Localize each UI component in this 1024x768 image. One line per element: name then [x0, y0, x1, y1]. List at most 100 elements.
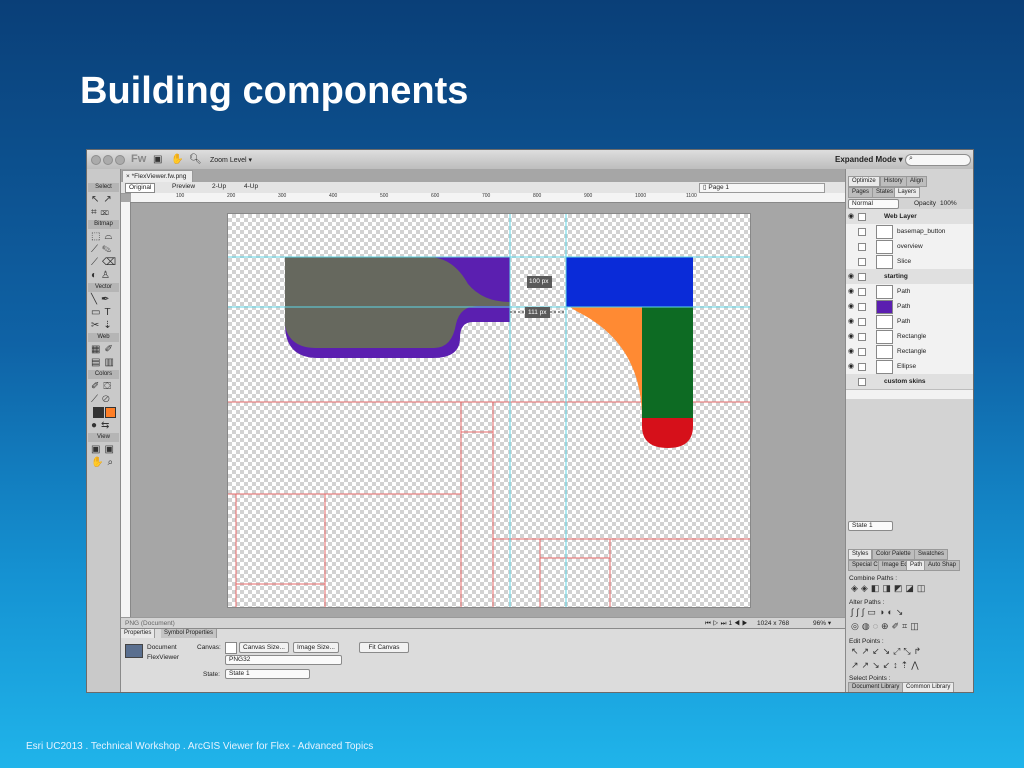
zoom-window-button[interactable]	[115, 155, 125, 165]
eye-icon[interactable]: ◉	[848, 347, 854, 355]
layout-icon[interactable]: ▣	[153, 154, 162, 165]
lock-checkbox[interactable]	[858, 213, 866, 221]
layer-row[interactable]: ◉ Rectangle	[846, 344, 973, 360]
swap-colors-tools[interactable]: ●⇆	[91, 420, 113, 431]
fit-canvas-button[interactable]: Fit Canvas	[359, 642, 409, 653]
eye-icon[interactable]: ◉	[848, 212, 854, 220]
lock-checkbox[interactable]	[858, 333, 866, 341]
eye-icon[interactable]: ◉	[848, 272, 854, 280]
layer-row[interactable]: ◉ Path	[846, 299, 973, 315]
page-selector[interactable]: ▯ Page 1	[699, 183, 825, 193]
lock-checkbox[interactable]	[858, 378, 866, 386]
lock-checkbox[interactable]	[858, 303, 866, 311]
lock-checkbox[interactable]	[858, 243, 866, 251]
tab-auto-shapes[interactable]: Auto Shap	[924, 560, 961, 571]
blend-mode-select[interactable]: Normal	[848, 199, 899, 209]
layer-thumbnail	[876, 330, 893, 344]
view-original-tab[interactable]: Original	[125, 183, 156, 193]
tab-pages[interactable]: Pages	[848, 187, 874, 198]
eye-icon[interactable]: ◉	[848, 362, 854, 370]
view-preview-tab[interactable]: Preview	[169, 183, 198, 191]
tab-swatches[interactable]: Swatches	[914, 549, 949, 560]
hand-zoom-tools[interactable]: ✋⌕	[91, 457, 117, 468]
tab-properties[interactable]: Properties	[121, 629, 156, 638]
lock-checkbox[interactable]	[858, 273, 866, 281]
no-color-tools[interactable]: ⟋⊘	[91, 394, 114, 405]
state-select[interactable]: State 1	[225, 669, 310, 679]
layer-name: basemap_button	[897, 228, 946, 235]
eye-icon[interactable]: ◉	[848, 317, 854, 325]
view-2up-tab[interactable]: 2-Up	[209, 183, 229, 191]
shape-text-tools[interactable]: ▭T	[91, 307, 115, 318]
line-pen-tools[interactable]: ╲✒	[91, 294, 113, 305]
stroke-color-swatch[interactable]	[93, 407, 104, 418]
eye-icon[interactable]: ◉	[848, 302, 854, 310]
screen-mode-tools[interactable]: ▣▣	[91, 444, 118, 455]
layer-row[interactable]: ◉ Path	[846, 314, 973, 330]
fill-color-swatch[interactable]	[105, 407, 116, 418]
tab-common-library[interactable]: Common Library	[902, 682, 955, 692]
red-ellipse	[642, 418, 693, 448]
tab-history[interactable]: History	[880, 176, 907, 187]
tab-optimize[interactable]: Optimize	[848, 176, 880, 187]
canvas-size-button[interactable]: Canvas Size...	[239, 642, 289, 653]
tab-align[interactable]: Align	[906, 176, 928, 187]
opacity-value[interactable]: 100%	[940, 200, 957, 207]
combine-paths-icons[interactable]: ◈◈◧◨◩◪◫	[851, 583, 928, 594]
zoom-level-dropdown[interactable]: Zoom Level ▾	[210, 156, 252, 164]
image-size-button[interactable]: Image Size...	[293, 642, 339, 653]
tools-section-view: View	[88, 433, 119, 442]
export-format-select[interactable]: PNG32	[225, 655, 342, 665]
brush-tools[interactable]: ⟋✎	[91, 244, 115, 255]
alter-paths-icons-row1[interactable]: ∫∫∫▭◑◐↘	[851, 607, 906, 618]
canvas-color-swatch[interactable]	[225, 642, 237, 654]
hotspot-tools[interactable]: ▦✐	[91, 344, 117, 355]
ruler-tick: 300	[278, 193, 287, 199]
minimize-window-button[interactable]	[103, 155, 113, 165]
lock-checkbox[interactable]	[858, 258, 866, 266]
close-window-button[interactable]	[91, 155, 101, 165]
crop-tools[interactable]: ⌗⌧	[91, 207, 113, 218]
search-input[interactable]: ⌕	[905, 154, 971, 166]
eye-icon[interactable]: ◉	[848, 332, 854, 340]
layer-thumbnail	[876, 360, 893, 374]
layer-row[interactable]: ◉ Ellipse	[846, 359, 973, 375]
document-canvas[interactable]: 100 px 111 px	[227, 213, 751, 608]
tab-symbol-properties[interactable]: Symbol Properties	[161, 629, 218, 638]
lock-checkbox[interactable]	[858, 288, 866, 296]
tab-styles[interactable]: Styles	[848, 549, 873, 560]
lock-checkbox[interactable]	[858, 228, 866, 236]
layer-row[interactable]: ◉ starting	[846, 269, 973, 285]
eyedropper-tools[interactable]: ✐⛋	[91, 381, 115, 392]
layer-name: Ellipse	[897, 363, 917, 370]
hand-icon[interactable]: ✋	[171, 154, 183, 165]
lock-checkbox[interactable]	[858, 318, 866, 326]
layer-row[interactable]: custom skins	[846, 374, 973, 390]
eraser-tools[interactable]: ⟋⌫	[91, 257, 120, 268]
workspace-mode-dropdown[interactable]: Expanded Mode ▾	[835, 155, 903, 164]
layer-row[interactable]: ◉ Path	[846, 284, 973, 300]
view-4up-tab[interactable]: 4-Up	[241, 183, 261, 191]
select-tools[interactable]: ↖↗	[91, 194, 116, 205]
eye-icon[interactable]: ◉	[848, 287, 854, 295]
layer-row[interactable]: ◉ Web Layer	[846, 209, 973, 225]
edit-points-icons-row2[interactable]: ↗↗↘↙↕⇡⋀	[851, 660, 922, 671]
tab-color-palette[interactable]: Color Palette	[872, 549, 915, 560]
lock-checkbox[interactable]	[858, 348, 866, 356]
layer-row[interactable]: Slice	[846, 254, 973, 270]
layer-row[interactable]: overview	[846, 239, 973, 255]
tab-special-characters[interactable]: Special C	[848, 560, 882, 571]
stamp-tools[interactable]: ◐♙	[91, 270, 114, 281]
edit-points-icons-row1[interactable]: ↖↗↙↘⤢⤡↱	[851, 646, 924, 657]
layer-row[interactable]: ◉ Rectangle	[846, 329, 973, 345]
knife-tools[interactable]: ✂⇣	[91, 320, 116, 331]
state-footer-select[interactable]: State 1	[848, 521, 893, 531]
lock-checkbox[interactable]	[858, 363, 866, 371]
layer-row[interactable]: basemap_button	[846, 224, 973, 240]
slice-tools[interactable]: ▤▥	[91, 357, 118, 368]
zoom-icon[interactable]: 🔍︎	[189, 154, 202, 165]
alter-paths-icons-row2[interactable]: ◎◍◌⊕✐⌗◫	[851, 621, 922, 632]
tab-document-library[interactable]: Document Library	[848, 682, 904, 692]
marquee-tools[interactable]: ⬚⌓	[91, 231, 116, 242]
tab-layers[interactable]: Layers	[894, 187, 921, 198]
